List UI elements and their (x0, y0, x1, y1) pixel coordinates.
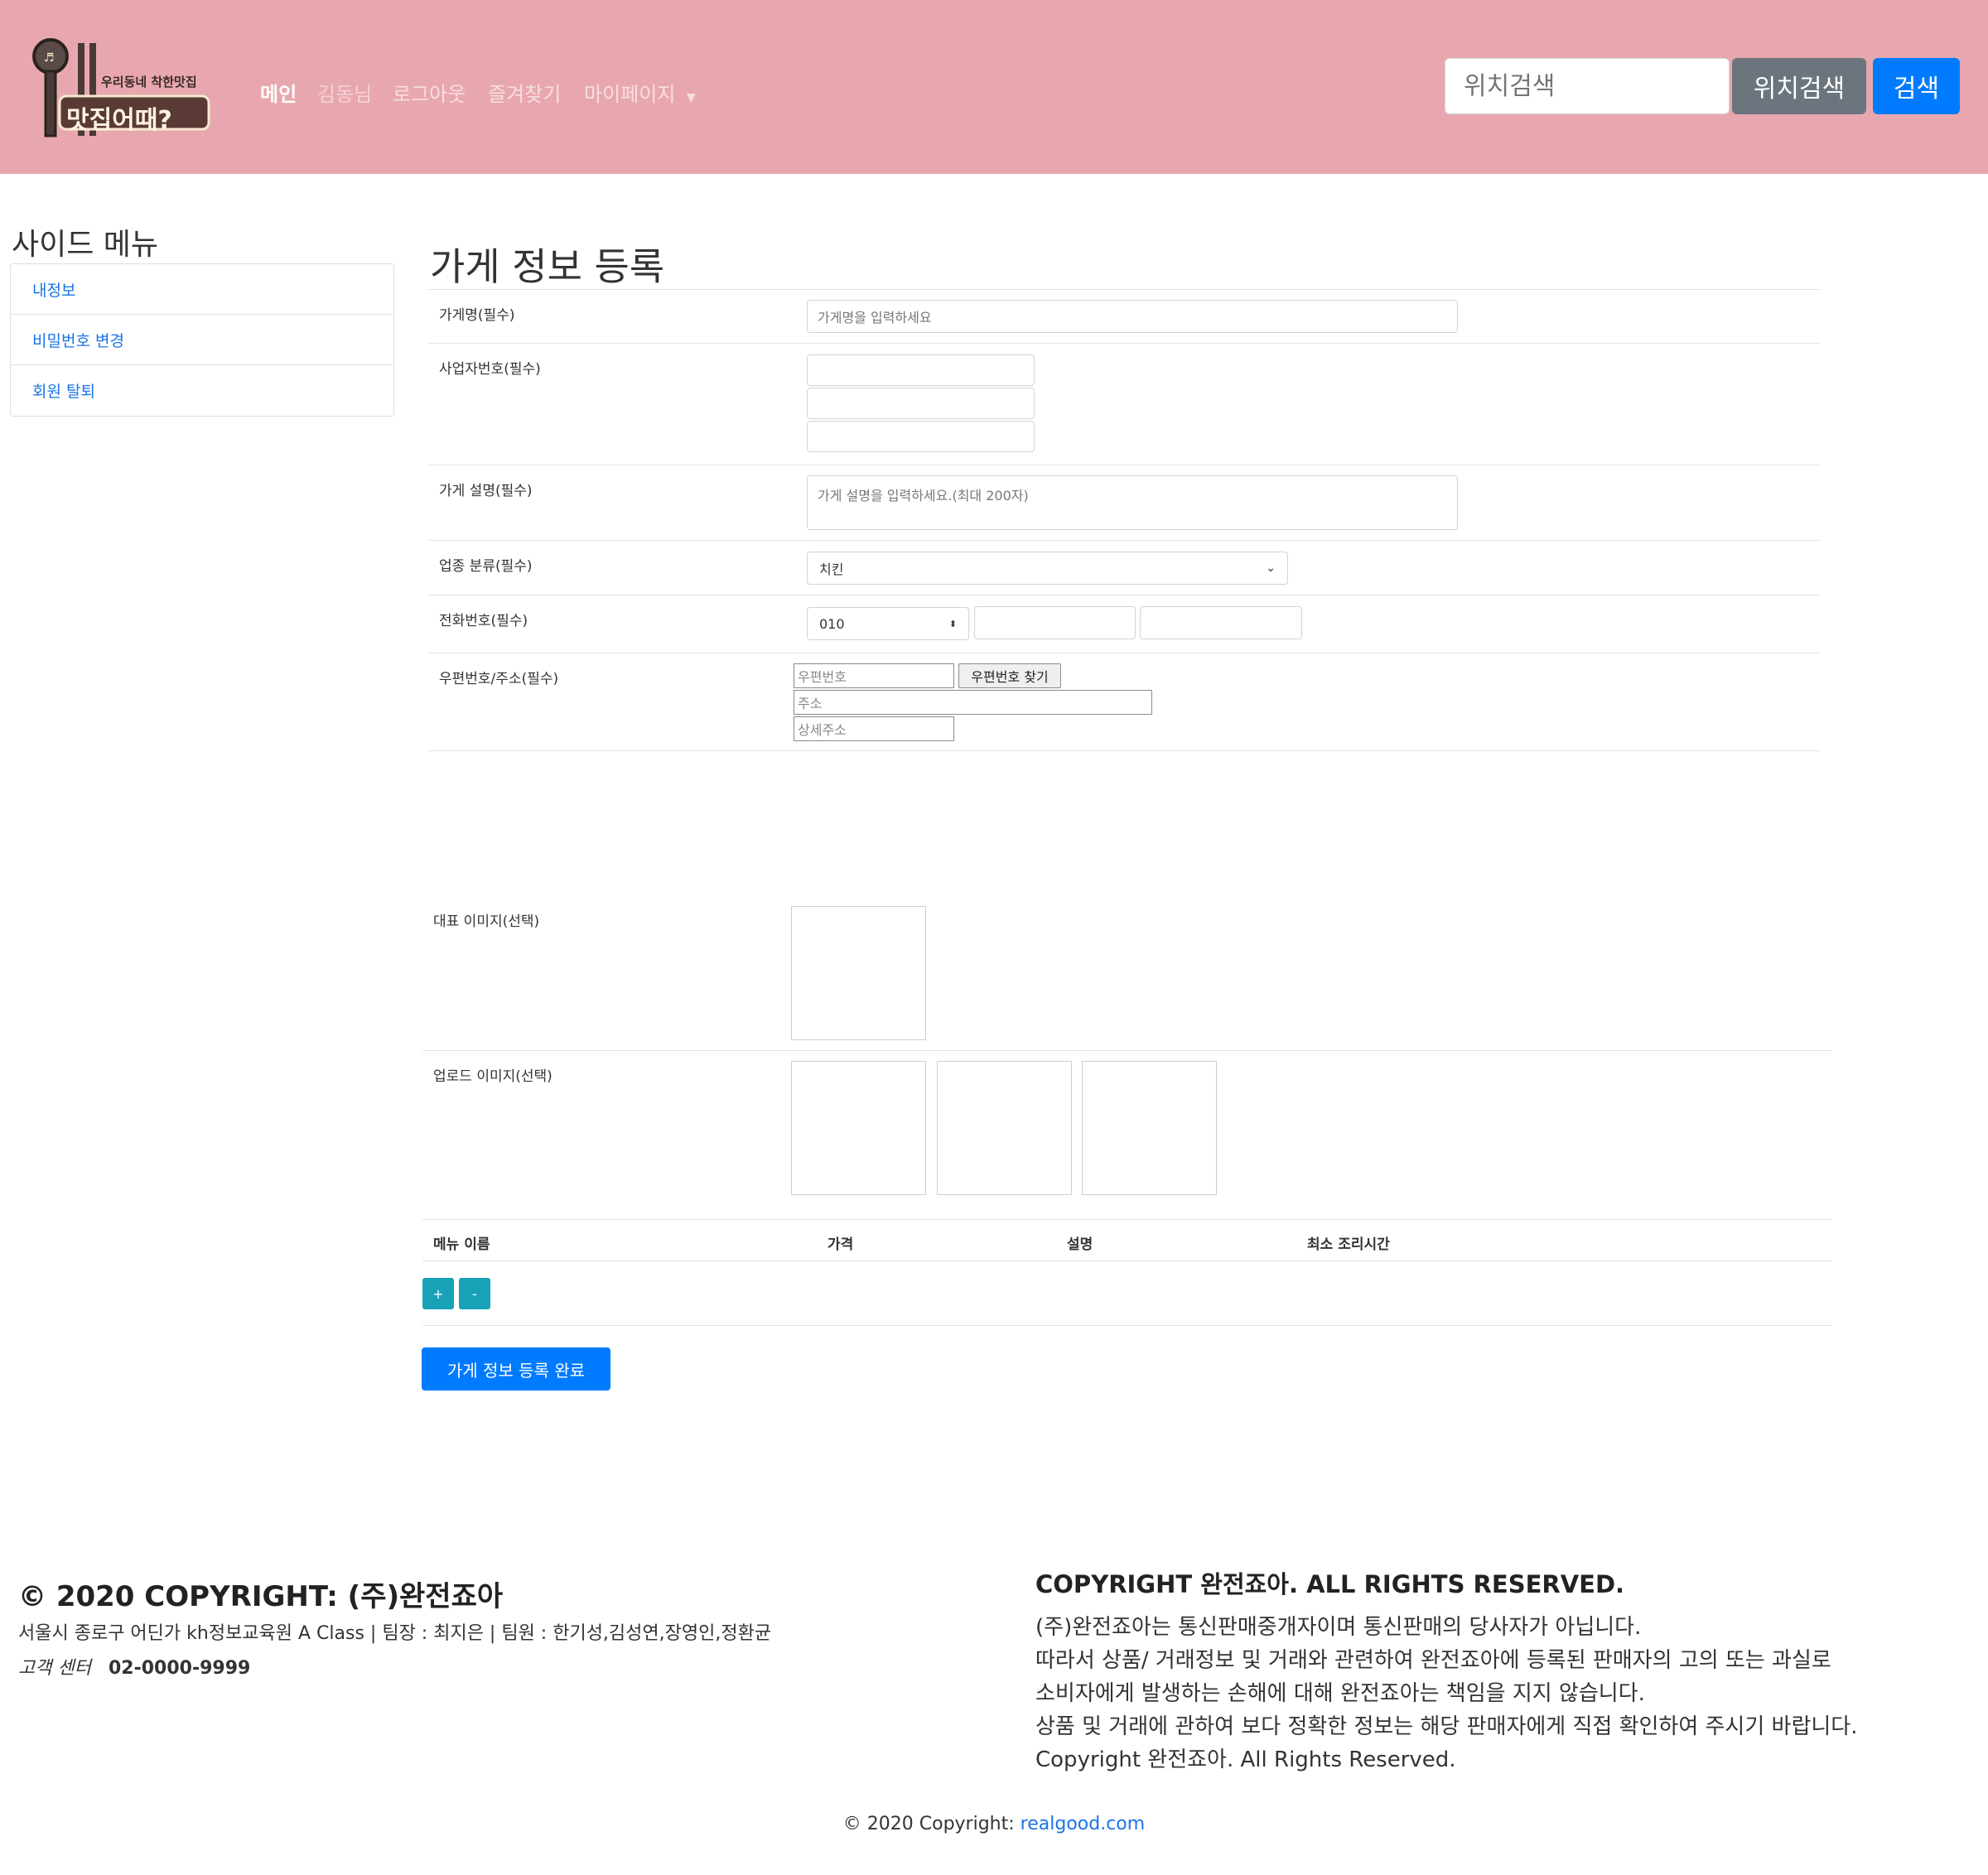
category-label: 업종 분류(필수) (439, 558, 533, 575)
upload-image-label: 업로드 이미지(선택) (433, 1068, 552, 1085)
divider (428, 343, 1820, 344)
upload-image-slot-1[interactable] (791, 1061, 926, 1195)
menu-header-price: 가격 (828, 1236, 854, 1253)
updown-icon: ⬍ (948, 618, 957, 629)
biz-number-input-3[interactable] (807, 421, 1035, 452)
side-menu-list: 내정보 비밀번호 변경 회원 탈퇴 (10, 263, 394, 417)
footer-cs: 고객 센터 02-0000-9999 (18, 1653, 250, 1680)
main-image-slot[interactable] (791, 906, 926, 1040)
footer-notice-line: (주)완전죠아는 통신판매중개자이며 통신판매의 당사자가 아닙니다. (1035, 1615, 1642, 1640)
footer-cs-label: 고객 센터 (18, 1658, 91, 1679)
store-desc-label: 가게 설명(필수) (439, 483, 533, 499)
nav-logout[interactable]: 로그아웃 (393, 78, 466, 107)
store-desc-textarea[interactable]: 가게 설명을 입력하세요.(최대 200자) (807, 475, 1458, 530)
upload-image-slot-3[interactable] (1082, 1061, 1217, 1195)
divider (422, 1260, 1832, 1261)
phone-middle-input[interactable] (974, 606, 1136, 639)
logo-tagline: 우리동네 착한맛집 (101, 75, 197, 89)
menu-header-cooktime: 최소 조리시간 (1307, 1236, 1390, 1253)
add-menu-button[interactable]: + (422, 1278, 454, 1309)
postcode-find-button[interactable]: 우편번호 찾기 (958, 663, 1061, 688)
nav-mypage[interactable]: 마이페이지 ▼ (584, 78, 696, 107)
location-search-input[interactable] (1445, 58, 1730, 114)
footer-copyright-link[interactable]: realgood.com (1021, 1814, 1146, 1834)
footer-copyright-text: © 2020 Copyright: (842, 1814, 1021, 1834)
main-image-label: 대표 이미지(선택) (433, 913, 540, 930)
logo-text: 맛집어때? (66, 106, 172, 135)
upload-image-slot-2[interactable] (937, 1061, 1072, 1195)
nav-main[interactable]: 메인 (260, 78, 297, 107)
biz-number-input-1[interactable] (807, 354, 1035, 386)
nav-user-name[interactable]: 김동님 (317, 78, 372, 107)
search-button[interactable]: 검색 (1873, 58, 1960, 114)
nav-mypage-label: 마이페이지 (584, 83, 676, 106)
side-menu-title: 사이드 메뉴 (12, 228, 159, 262)
category-select[interactable]: 치킨 ⌄ (807, 552, 1288, 585)
side-item-change-password[interactable]: 비밀번호 변경 (11, 315, 393, 365)
footer-copyright: © 2020 Copyright: realgood.com (0, 1814, 1988, 1834)
footer-notice-line: 소비자에게 발생하는 손해에 대해 완전죠아는 책임을 지지 않습니다. (1035, 1681, 1645, 1706)
footer-rights-title: COPYRIGHT 완전죠아. ALL RIGHTS RESERVED. (1035, 1570, 1625, 1598)
category-select-value: 치킨 (819, 562, 844, 577)
divider (422, 1219, 1832, 1220)
address-detail-input[interactable]: 상세주소 (794, 716, 954, 741)
footer-notice-line: Copyright 완전죠아. All Rights Reserved. (1035, 1747, 1456, 1772)
divider (428, 750, 1820, 751)
site-logo[interactable]: ♬ 우리동네 착한맛집 맛집어때? (30, 33, 220, 141)
location-search-button[interactable]: 위치검색 (1732, 58, 1866, 114)
footer-cs-phone: 02-0000-9999 (108, 1658, 251, 1679)
remove-menu-button[interactable]: - (459, 1278, 490, 1309)
menu-header-name: 메뉴 이름 (433, 1236, 490, 1253)
top-navbar: ♬ 우리동네 착한맛집 맛집어때? 메인 김동님 로그아웃 즐겨찾기 마이페이지… (0, 0, 1988, 174)
submit-store-button[interactable]: 가게 정보 등록 완료 (422, 1347, 610, 1391)
page-title: 가게 정보 등록 (430, 244, 665, 289)
chevron-down-icon: ⌄ (1266, 562, 1276, 575)
biz-number-label: 사업자번호(필수) (439, 361, 541, 378)
side-item-withdraw[interactable]: 회원 탈퇴 (11, 365, 393, 416)
svg-text:♬: ♬ (44, 51, 55, 65)
address-input[interactable]: 주소 (794, 690, 1152, 715)
side-item-my-info[interactable]: 내정보 (11, 264, 393, 315)
store-name-label: 가게명(필수) (439, 307, 515, 324)
menu-header-desc: 설명 (1067, 1236, 1093, 1253)
phone-prefix-value: 010 (819, 615, 845, 632)
phone-label: 전화번호(필수) (439, 613, 528, 629)
phone-last-input[interactable] (1140, 606, 1302, 639)
divider (428, 540, 1820, 541)
divider (422, 1325, 1832, 1326)
biz-number-input-2[interactable] (807, 388, 1035, 419)
store-name-input[interactable]: 가게명을 입력하세요 (807, 300, 1458, 333)
address-label: 우편번호/주소(필수) (439, 671, 559, 687)
caret-down-icon: ▼ (687, 91, 696, 104)
divider (428, 289, 1820, 290)
postcode-input[interactable]: 우편번호 (794, 663, 954, 688)
divider (422, 1050, 1832, 1051)
phone-prefix-select[interactable]: 010 ⬍ (807, 607, 969, 640)
footer-address: 서울시 종로구 어딘가 kh정보교육원 A Class | 팀장 : 최지은 |… (18, 1623, 772, 1644)
nav-favorites[interactable]: 즐겨찾기 (488, 78, 561, 107)
footer-notice-line: 따라서 상품/ 거래정보 및 거래와 관련하여 완전죠아에 등록된 판매자의 고… (1035, 1648, 1831, 1673)
footer-notice-line: 상품 및 거래에 관하여 보다 정확한 정보는 해당 판매자에게 직접 확인하여… (1035, 1714, 1858, 1739)
footer-company-title: © 2020 COPYRIGHT: (주)완전죠아 (18, 1580, 504, 1613)
